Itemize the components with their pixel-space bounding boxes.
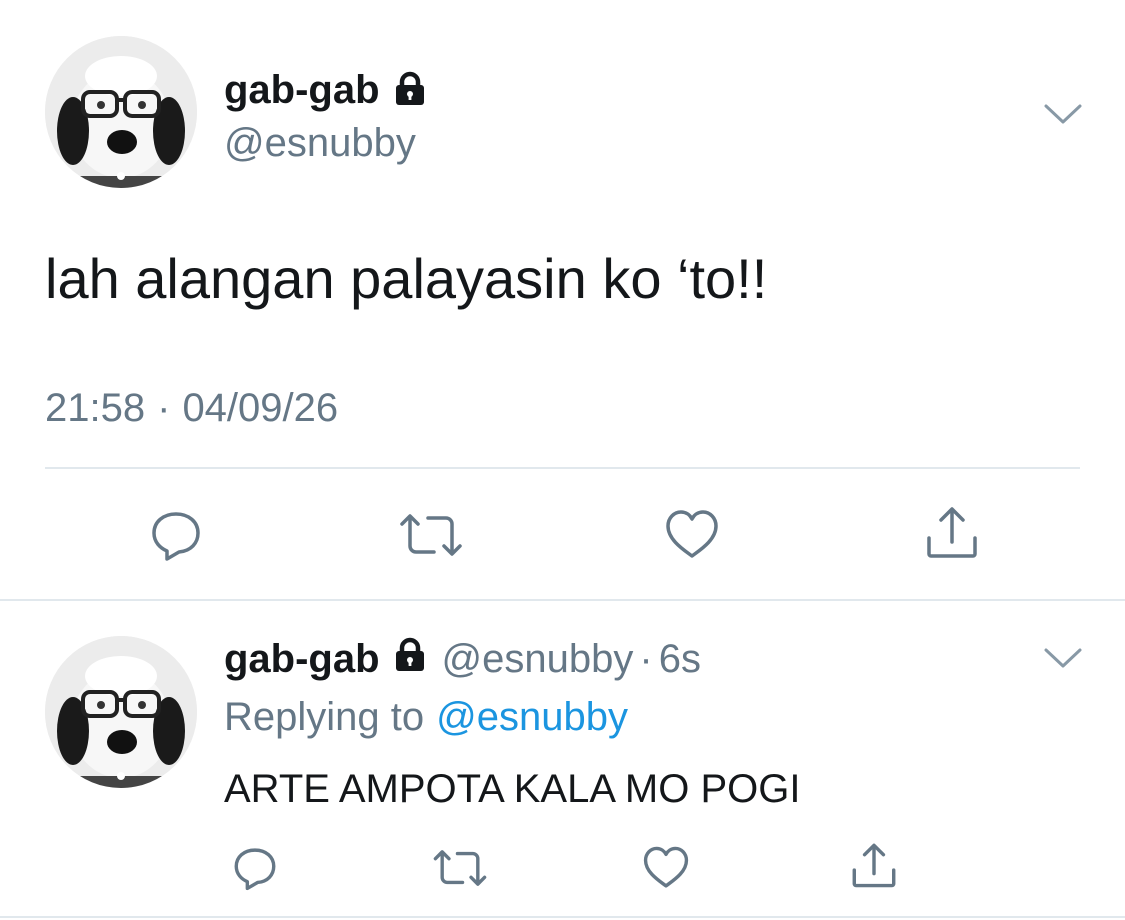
- replying-to-handle[interactable]: @esnubby: [436, 693, 628, 741]
- display-name[interactable]: gab-gab: [224, 66, 428, 117]
- divider: [45, 467, 1080, 469]
- retweet-icon: [400, 514, 462, 556]
- tweet-timestamp[interactable]: 21:58 · 04/09/26: [45, 384, 338, 432]
- section-divider: [0, 599, 1125, 601]
- heart-icon: [666, 510, 718, 558]
- tweet-date: 04/09/26: [182, 386, 339, 430]
- display-name[interactable]: gab-gab: [224, 635, 380, 683]
- tweet-time: 21:58: [45, 386, 146, 430]
- timestamp-separator: ·: [639, 637, 653, 681]
- display-name-text[interactable]: gab-gab: [224, 68, 380, 112]
- retweet-button[interactable]: [432, 845, 488, 891]
- section-divider: [0, 916, 1125, 918]
- handle[interactable]: @esnubby: [442, 635, 634, 683]
- lock-icon: [392, 69, 428, 117]
- share-icon: [852, 843, 896, 888]
- retweet-button[interactable]: [398, 508, 464, 562]
- reply-icon: [152, 512, 200, 561]
- handle[interactable]: @esnubby: [224, 119, 416, 167]
- reply-icon: [234, 848, 276, 891]
- lock-icon: [392, 636, 428, 677]
- avatar[interactable]: [45, 36, 197, 188]
- reply-button[interactable]: [232, 845, 278, 891]
- timestamp-separator: ·: [157, 386, 171, 430]
- reply-text: ARTE AMPOTA KALA MO POGI: [224, 767, 801, 811]
- replying-to-label: Replying to: [224, 695, 425, 739]
- share-icon: [927, 507, 977, 558]
- share-button[interactable]: [924, 504, 980, 560]
- reply-header: gab-gab @esnubby · 6s: [224, 635, 701, 683]
- reply-button[interactable]: [149, 508, 203, 562]
- tweet-age[interactable]: 6s: [659, 635, 701, 683]
- avatar[interactable]: [45, 636, 197, 788]
- retweet-icon: [433, 850, 487, 886]
- chevron-down-icon[interactable]: [1043, 102, 1083, 126]
- share-button[interactable]: [850, 841, 898, 889]
- like-button[interactable]: [642, 845, 690, 891]
- heart-icon: [643, 846, 689, 888]
- like-button[interactable]: [664, 508, 720, 562]
- replying-to: Replying to @esnubby: [224, 693, 628, 741]
- chevron-down-icon[interactable]: [1043, 646, 1083, 670]
- tweet-text: lah alangan palayasin ko ‘to!!: [45, 247, 768, 310]
